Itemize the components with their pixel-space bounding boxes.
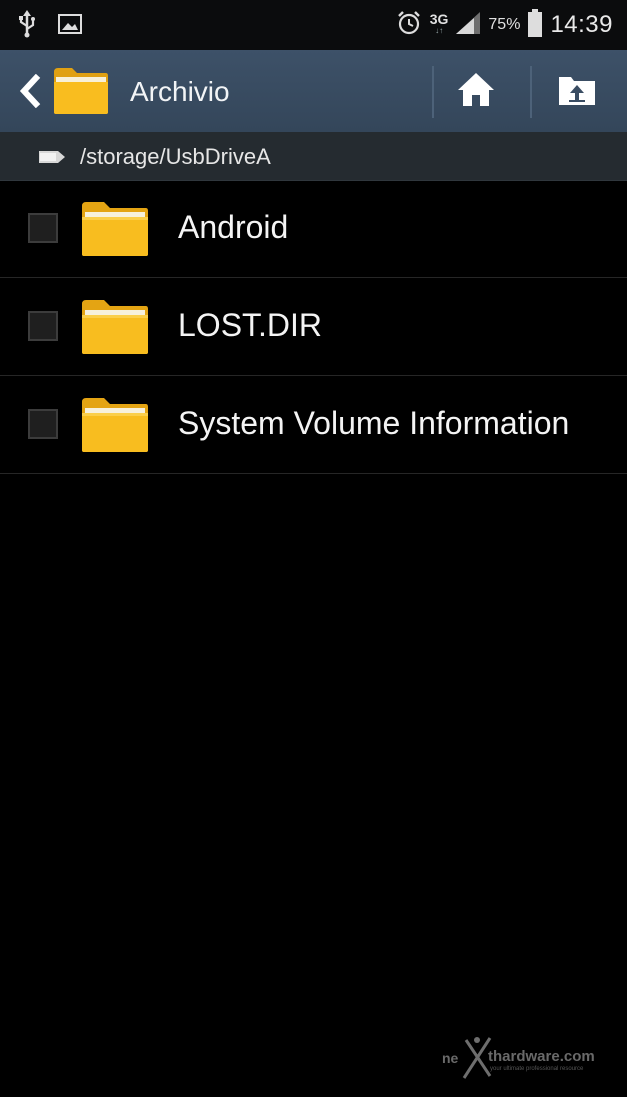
path-bar: /storage/UsbDriveA [0,132,627,181]
list-item[interactable]: LOST.DIR [0,278,627,376]
alarm-icon [396,10,422,41]
checkbox[interactable] [28,311,58,341]
folder-icon [52,66,110,116]
file-list: Android LOST.DIR System Volume Informati… [0,180,627,474]
checkbox[interactable] [28,409,58,439]
app-title: Archivio [130,76,230,107]
usb-icon [18,10,36,43]
list-item[interactable]: System Volume Information [0,376,627,474]
watermark-tagline: your ultimate professional resource [490,1066,584,1072]
home-icon [456,72,496,113]
divider [530,66,532,118]
clock: 14:39 [550,11,613,38]
folder-icon [80,200,150,258]
home-button[interactable] [452,70,500,114]
network-type: 3G ↓↑ [429,11,449,35]
folder-icon [80,298,150,356]
watermark: ne thardware.com your ultimate professio… [438,1032,618,1082]
signal-icon [456,11,481,39]
current-path: /storage/UsbDriveA [80,144,271,169]
divider [432,66,434,118]
watermark-brand: thardware.com [488,1048,595,1065]
file-name: System Volume Information [178,405,570,441]
battery-icon [528,8,543,42]
checkbox[interactable] [28,213,58,243]
file-name: Android [178,209,289,245]
file-name: LOST.DIR [178,307,323,343]
back-icon[interactable] [18,73,44,109]
list-item[interactable]: Android [0,180,627,278]
image-icon [58,14,82,39]
battery-percent: 75% [488,16,521,33]
folder-icon [80,396,150,454]
status-bar: 3G ↓↑ 75% 14:39 [0,0,627,50]
up-folder-icon [557,73,597,112]
up-folder-button[interactable] [552,70,602,114]
action-bar: Archivio [0,50,627,132]
usb-storage-icon [38,148,66,166]
watermark-prefix: ne [442,1050,459,1066]
